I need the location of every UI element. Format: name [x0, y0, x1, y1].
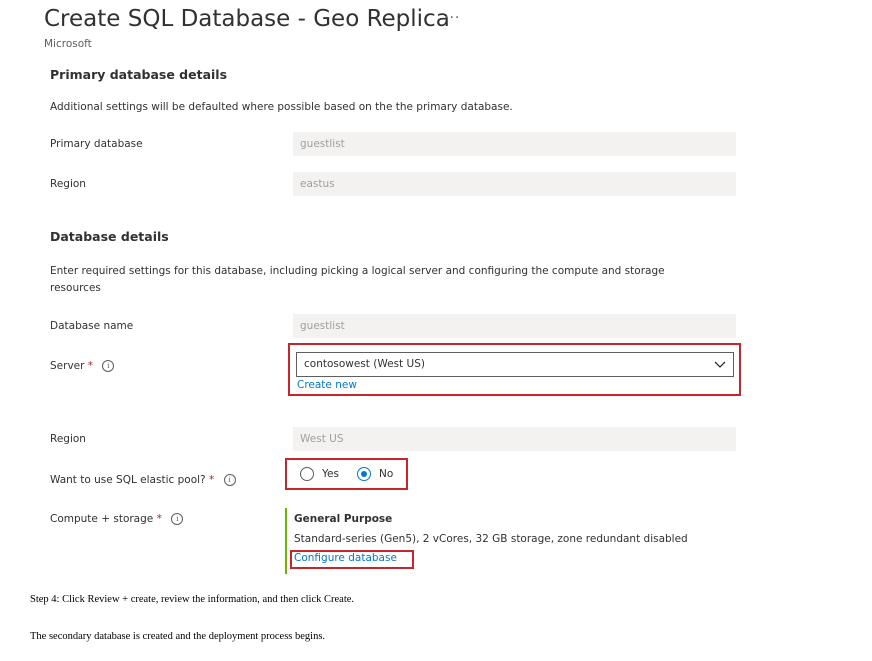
database-section-description: Enter required settings for this databas… — [50, 263, 665, 297]
primary-section-heading: Primary database details — [50, 67, 228, 82]
primary-section-description: Additional settings will be defaulted wh… — [50, 101, 513, 113]
database-section-description-line1: Enter required settings for this databas… — [50, 265, 665, 277]
elastic-pool-label-row: Want to use SQL elastic pool? * i — [50, 474, 236, 486]
compute-details: Standard-series (Gen5), 2 vCores, 32 GB … — [294, 533, 688, 545]
elastic-pool-no-radio[interactable] — [357, 467, 371, 481]
compute-tier: General Purpose — [294, 513, 393, 525]
server-label: Server — [50, 360, 85, 372]
region-field: West US — [293, 427, 736, 451]
elastic-pool-yes-radio[interactable] — [300, 467, 314, 481]
elastic-pool-label: Want to use SQL elastic pool? — [50, 474, 206, 486]
ellipsis-icon[interactable]: ··· — [444, 10, 460, 26]
compute-accent-bar — [285, 508, 287, 574]
elastic-pool-no-label[interactable]: No — [379, 468, 393, 480]
primary-region-label: Region — [50, 178, 86, 190]
required-marker: * — [208, 474, 215, 486]
compute-storage-label-row: Compute + storage * i — [50, 513, 184, 525]
database-name-label: Database name — [50, 320, 134, 332]
info-icon[interactable]: i — [171, 513, 184, 525]
database-section-heading: Database details — [50, 229, 169, 244]
server-select[interactable]: contosowest (West US) — [296, 352, 734, 377]
required-marker: * — [156, 513, 162, 525]
result-text: The secondary database is created and th… — [30, 631, 326, 642]
server-selected-value: contosowest (West US) — [304, 358, 425, 370]
elastic-pool-yes-label[interactable]: Yes — [322, 468, 339, 480]
page-title: Create SQL Database - Geo Replica — [44, 6, 450, 32]
compute-storage-label: Compute + storage — [50, 513, 154, 525]
info-icon[interactable]: i — [223, 474, 236, 486]
create-new-server-link[interactable]: Create new — [297, 379, 357, 391]
chevron-down-icon — [714, 361, 726, 368]
database-section-description-line2: resources — [50, 282, 101, 294]
region-label: Region — [50, 433, 86, 445]
step4-instruction: Step 4: Click Review + create, review th… — [30, 594, 355, 605]
publisher-label: Microsoft — [44, 38, 92, 50]
primary-database-label: Primary database — [50, 138, 143, 150]
database-name-field: guestlist — [293, 314, 736, 338]
configure-database-link[interactable]: Configure database — [294, 552, 397, 564]
info-icon[interactable]: i — [102, 360, 115, 372]
primary-region-field: eastus — [293, 172, 736, 196]
server-label-row: Server * i — [50, 360, 115, 372]
primary-database-field: guestlist — [293, 132, 736, 156]
required-marker: * — [87, 360, 94, 372]
